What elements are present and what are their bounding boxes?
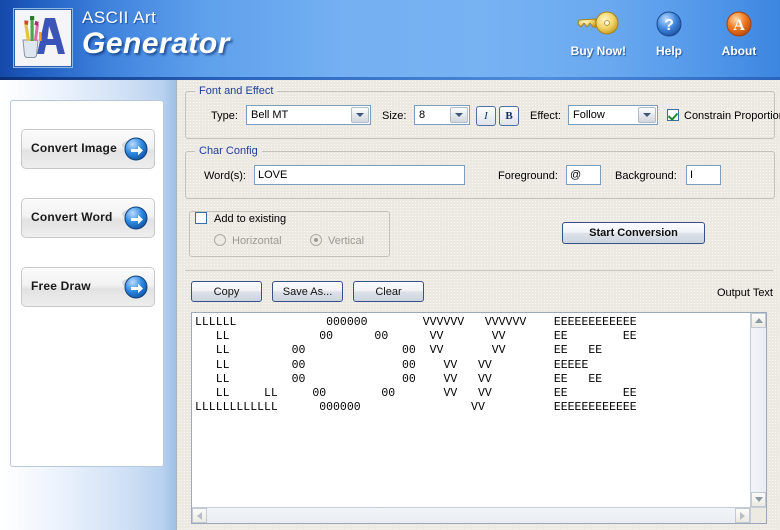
scrollbar-corner bbox=[750, 507, 766, 523]
char-config-legend: Char Config bbox=[195, 145, 262, 157]
app-title: ASCII Art Generator bbox=[82, 8, 230, 61]
sidebar-card: Convert Image Convert Word Free Draw bbox=[10, 100, 164, 467]
vertical-radio bbox=[310, 234, 322, 246]
scroll-down-icon[interactable] bbox=[751, 492, 766, 507]
svg-text:A: A bbox=[733, 17, 745, 34]
background-label: Background: bbox=[615, 170, 677, 182]
words-input[interactable]: LOVE bbox=[254, 165, 465, 185]
copy-label: Copy bbox=[213, 285, 240, 298]
help-button[interactable]: ? Help bbox=[642, 6, 696, 58]
scroll-right-icon[interactable] bbox=[735, 508, 750, 523]
start-conversion-button[interactable]: Start Conversion bbox=[562, 222, 705, 244]
chevron-down-icon[interactable] bbox=[450, 107, 468, 123]
copy-button[interactable]: Copy bbox=[191, 281, 262, 302]
save-as-button[interactable]: Save As... bbox=[272, 281, 343, 302]
about-a-icon: A bbox=[712, 6, 766, 42]
blue-arrow-right-icon bbox=[122, 274, 148, 303]
constrain-proportion-checkbox[interactable] bbox=[667, 109, 679, 121]
vertical-scrollbar[interactable] bbox=[750, 313, 766, 507]
about-label: About bbox=[721, 44, 757, 58]
effect-label: Effect: bbox=[530, 110, 561, 122]
sidebar: Convert Image Convert Word Free Draw bbox=[0, 80, 176, 530]
app-logo bbox=[14, 9, 72, 67]
horizontal-radio bbox=[214, 234, 226, 246]
sidebar-item-convert-word[interactable]: Convert Word bbox=[21, 198, 155, 238]
font-type-select[interactable]: Bell MT bbox=[246, 105, 371, 125]
divider bbox=[185, 270, 773, 271]
foreground-input-value: @ bbox=[570, 168, 582, 181]
constrain-proportion-label: Constrain Proportion bbox=[684, 110, 780, 122]
about-button[interactable]: A About bbox=[712, 6, 766, 58]
add-to-existing-label: Add to existing bbox=[212, 213, 289, 225]
size-label: Size: bbox=[382, 110, 407, 122]
key-icon bbox=[571, 6, 626, 42]
sidebar-item-convert-word-label: Convert Word bbox=[31, 210, 113, 224]
header-toolbar: Buy Now! ? Help A About bbox=[563, 6, 774, 74]
font-and-effect-legend: Font and Effect bbox=[195, 85, 278, 97]
help-label: Help bbox=[655, 44, 682, 58]
sidebar-item-convert-image[interactable]: Convert Image bbox=[21, 129, 155, 169]
output-text-area[interactable]: LLLLLL 000000 VVVVVV VVVVVV EEEEEEEEEEEE… bbox=[191, 312, 767, 524]
char-config-group: Char Config Word(s): LOVE Foreground: @ … bbox=[185, 145, 775, 199]
type-label: Type: bbox=[211, 110, 238, 122]
add-to-existing-checkbox[interactable] bbox=[195, 212, 207, 224]
font-type-value: Bell MT bbox=[251, 109, 289, 121]
ascii-art-output: LLLLLL 000000 VVVVVV VVVVVV EEEEEEEEEEEE… bbox=[195, 316, 637, 415]
foreground-label: Foreground: bbox=[498, 170, 558, 182]
output-text-label: Output Text bbox=[716, 287, 773, 299]
clear-button[interactable]: Clear bbox=[353, 281, 424, 302]
sidebar-item-free-draw-label: Free Draw bbox=[31, 279, 91, 293]
scroll-up-icon[interactable] bbox=[751, 313, 766, 328]
buy-now-label: Buy Now! bbox=[570, 44, 626, 58]
effect-select[interactable]: Follow bbox=[568, 105, 658, 125]
words-label: Word(s): bbox=[204, 170, 246, 182]
words-input-value: LOVE bbox=[258, 168, 288, 181]
background-input[interactable]: I bbox=[686, 165, 721, 185]
foreground-input[interactable]: @ bbox=[566, 165, 601, 185]
app-title-line2: Generator bbox=[82, 27, 230, 60]
clear-label: Clear bbox=[375, 285, 402, 298]
sidebar-item-free-draw[interactable]: Free Draw bbox=[21, 267, 155, 307]
font-size-value: 8 bbox=[419, 109, 426, 121]
question-mark-icon: ? bbox=[642, 6, 696, 42]
sidebar-item-convert-image-label: Convert Image bbox=[31, 141, 117, 155]
blue-arrow-right-icon bbox=[122, 205, 148, 234]
app-title-line1: ASCII Art bbox=[82, 8, 157, 27]
font-and-effect-group: Font and Effect Type: Bell MT Size: 8 I … bbox=[185, 85, 780, 139]
main-panel: Font and Effect Type: Bell MT Size: 8 I … bbox=[176, 80, 780, 530]
scroll-left-icon[interactable] bbox=[192, 508, 207, 523]
italic-button[interactable]: I bbox=[476, 106, 496, 126]
chevron-down-icon[interactable] bbox=[638, 107, 656, 123]
chevron-down-icon[interactable] bbox=[351, 107, 369, 123]
horizontal-scrollbar[interactable] bbox=[192, 507, 750, 523]
effect-value: Follow bbox=[573, 109, 605, 121]
background-input-value: I bbox=[690, 168, 694, 181]
horizontal-label: Horizontal bbox=[232, 235, 282, 247]
ascii-art-generator-window: ASCII Art Generator Buy Now! ? Help A Ab… bbox=[0, 0, 780, 530]
font-size-select[interactable]: 8 bbox=[414, 105, 470, 125]
ascii-art-logo-icon bbox=[15, 10, 69, 64]
app-header: ASCII Art Generator Buy Now! ? Help A Ab… bbox=[0, 0, 780, 80]
bold-button[interactable]: B bbox=[499, 106, 519, 126]
vertical-label: Vertical bbox=[328, 235, 365, 247]
save-as-label: Save As... bbox=[282, 285, 333, 298]
svg-text:?: ? bbox=[664, 17, 674, 34]
buy-now-button[interactable]: Buy Now! bbox=[571, 6, 626, 58]
start-conversion-label: Start Conversion bbox=[589, 227, 678, 239]
blue-arrow-right-icon bbox=[122, 136, 148, 165]
